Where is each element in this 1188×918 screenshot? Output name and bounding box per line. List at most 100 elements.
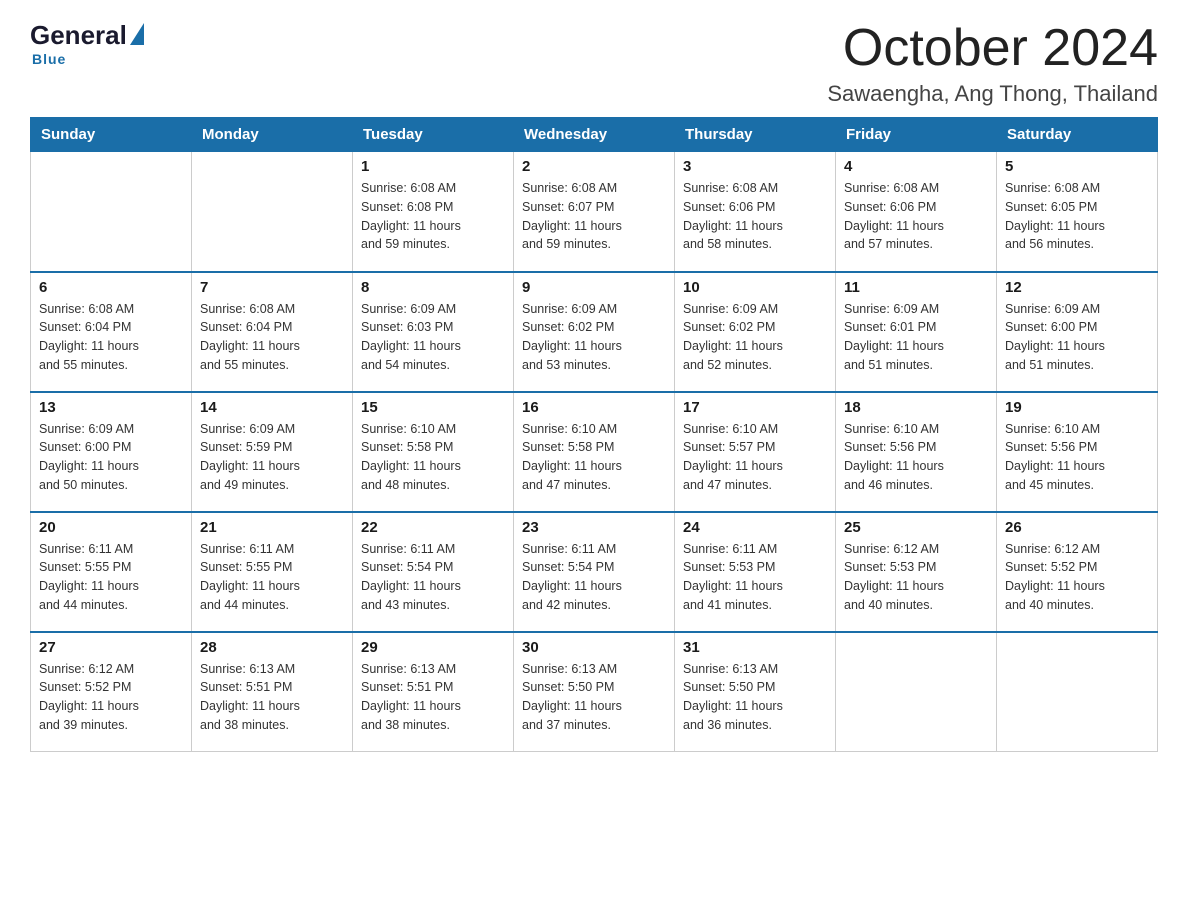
calendar-week-row: 27Sunrise: 6:12 AMSunset: 5:52 PMDayligh… (31, 632, 1158, 752)
day-number: 12 (1005, 279, 1149, 296)
day-info: Sunrise: 6:09 AMSunset: 6:02 PMDaylight:… (522, 300, 666, 375)
table-row: 19 Sunrise: 6:10 AMSunset: 5:56 PMDayligh… (997, 392, 1158, 512)
table-row: 1 Sunrise: 6:08 AMSunset: 6:08 PMDaylight… (353, 152, 514, 272)
table-row: 9 Sunrise: 6:09 AMSunset: 6:02 PMDaylight… (514, 272, 675, 392)
day-info: Sunrise: 6:09 AMSunset: 6:03 PMDaylight:… (361, 300, 505, 375)
table-row: 31Sunrise: 6:13 AMSunset: 5:50 PMDayligh… (675, 632, 836, 752)
table-row: 5 Sunrise: 6:08 AMSunset: 6:05 PMDaylight… (997, 152, 1158, 272)
day-number: 6 (39, 279, 183, 296)
logo-triangle-icon (130, 23, 144, 45)
col-tuesday: Tuesday (353, 118, 514, 152)
table-row (836, 632, 997, 752)
month-title: October 2024 (827, 20, 1158, 77)
day-number: 29 (361, 639, 505, 656)
table-row: 21 Sunrise: 6:11 AMSunset: 5:55 PMDayligh… (192, 512, 353, 632)
table-row: 24 Sunrise: 6:11 AMSunset: 5:53 PMDayligh… (675, 512, 836, 632)
logo-blue-text: Blue (32, 51, 66, 67)
table-row: 17 Sunrise: 6:10 AMSunset: 5:57 PMDayligh… (675, 392, 836, 512)
day-number: 23 (522, 519, 666, 536)
day-number: 1 (361, 158, 505, 175)
col-wednesday: Wednesday (514, 118, 675, 152)
day-number: 19 (1005, 399, 1149, 416)
day-number: 20 (39, 519, 183, 536)
table-row: 13Sunrise: 6:09 AMSunset: 6:00 PMDayligh… (31, 392, 192, 512)
table-row: 14Sunrise: 6:09 AMSunset: 5:59 PMDayligh… (192, 392, 353, 512)
calendar-table: Sunday Monday Tuesday Wednesday Thursday… (30, 117, 1158, 752)
col-monday: Monday (192, 118, 353, 152)
day-number: 3 (683, 158, 827, 175)
day-number: 18 (844, 399, 988, 416)
day-number: 8 (361, 279, 505, 296)
day-number: 16 (522, 399, 666, 416)
table-row: 2 Sunrise: 6:08 AMSunset: 6:07 PMDaylight… (514, 152, 675, 272)
day-info: Sunrise: 6:10 AMSunset: 5:56 PMDaylight:… (844, 420, 988, 495)
day-info: Sunrise: 6:08 AMSunset: 6:06 PMDaylight:… (844, 179, 988, 254)
table-row: 8 Sunrise: 6:09 AMSunset: 6:03 PMDaylight… (353, 272, 514, 392)
col-thursday: Thursday (675, 118, 836, 152)
title-block: October 2024 Sawaengha, Ang Thong, Thail… (827, 20, 1158, 107)
table-row: 23 Sunrise: 6:11 AMSunset: 5:54 PMDayligh… (514, 512, 675, 632)
calendar-week-row: 6 Sunrise: 6:08 AMSunset: 6:04 PMDaylight… (31, 272, 1158, 392)
table-row: 11Sunrise: 6:09 AMSunset: 6:01 PMDayligh… (836, 272, 997, 392)
table-row: 12 Sunrise: 6:09 AMSunset: 6:00 PMDayligh… (997, 272, 1158, 392)
logo: General Blue (30, 20, 144, 67)
table-row: 16 Sunrise: 6:10 AMSunset: 5:58 PMDayligh… (514, 392, 675, 512)
table-row: 26Sunrise: 6:12 AMSunset: 5:52 PMDayligh… (997, 512, 1158, 632)
day-info: Sunrise: 6:13 AMSunset: 5:51 PMDaylight:… (361, 660, 505, 735)
day-number: 24 (683, 519, 827, 536)
day-info: Sunrise: 6:09 AMSunset: 6:00 PMDaylight:… (1005, 300, 1149, 375)
table-row: 30 Sunrise: 6:13 AMSunset: 5:50 PMDayligh… (514, 632, 675, 752)
table-row: 6 Sunrise: 6:08 AMSunset: 6:04 PMDaylight… (31, 272, 192, 392)
day-info: Sunrise: 6:08 AMSunset: 6:04 PMDaylight:… (39, 300, 183, 375)
day-number: 2 (522, 158, 666, 175)
day-info: Sunrise: 6:10 AMSunset: 5:57 PMDaylight:… (683, 420, 827, 495)
day-info: Sunrise: 6:11 AMSunset: 5:54 PMDaylight:… (361, 540, 505, 615)
day-info: Sunrise: 6:09 AMSunset: 6:00 PMDaylight:… (39, 420, 183, 495)
day-number: 25 (844, 519, 988, 536)
day-info: Sunrise: 6:08 AMSunset: 6:06 PMDaylight:… (683, 179, 827, 254)
table-row: 18 Sunrise: 6:10 AMSunset: 5:56 PMDayligh… (836, 392, 997, 512)
col-sunday: Sunday (31, 118, 192, 152)
day-info: Sunrise: 6:11 AMSunset: 5:55 PMDaylight:… (39, 540, 183, 615)
day-info: Sunrise: 6:11 AMSunset: 5:53 PMDaylight:… (683, 540, 827, 615)
table-row (192, 152, 353, 272)
table-row: 28Sunrise: 6:13 AMSunset: 5:51 PMDayligh… (192, 632, 353, 752)
day-number: 11 (844, 279, 988, 296)
day-number: 27 (39, 639, 183, 656)
table-row: 20 Sunrise: 6:11 AMSunset: 5:55 PMDayligh… (31, 512, 192, 632)
day-info: Sunrise: 6:11 AMSunset: 5:55 PMDaylight:… (200, 540, 344, 615)
calendar-week-row: 20 Sunrise: 6:11 AMSunset: 5:55 PMDayligh… (31, 512, 1158, 632)
day-info: Sunrise: 6:13 AMSunset: 5:51 PMDaylight:… (200, 660, 344, 735)
day-info: Sunrise: 6:10 AMSunset: 5:58 PMDaylight:… (522, 420, 666, 495)
table-row: 25Sunrise: 6:12 AMSunset: 5:53 PMDayligh… (836, 512, 997, 632)
page-header: General Blue October 2024 Sawaengha, Ang… (30, 20, 1158, 107)
day-number: 4 (844, 158, 988, 175)
day-number: 9 (522, 279, 666, 296)
day-number: 30 (522, 639, 666, 656)
day-info: Sunrise: 6:13 AMSunset: 5:50 PMDaylight:… (522, 660, 666, 735)
day-info: Sunrise: 6:11 AMSunset: 5:54 PMDaylight:… (522, 540, 666, 615)
table-row: 4 Sunrise: 6:08 AMSunset: 6:06 PMDaylight… (836, 152, 997, 272)
table-row: 15Sunrise: 6:10 AMSunset: 5:58 PMDayligh… (353, 392, 514, 512)
day-number: 26 (1005, 519, 1149, 536)
table-row: 29 Sunrise: 6:13 AMSunset: 5:51 PMDayligh… (353, 632, 514, 752)
col-saturday: Saturday (997, 118, 1158, 152)
day-info: Sunrise: 6:09 AMSunset: 5:59 PMDaylight:… (200, 420, 344, 495)
location-title: Sawaengha, Ang Thong, Thailand (827, 81, 1158, 107)
table-row: 7 Sunrise: 6:08 AMSunset: 6:04 PMDaylight… (192, 272, 353, 392)
day-info: Sunrise: 6:10 AMSunset: 5:58 PMDaylight:… (361, 420, 505, 495)
logo-general-text: General (30, 20, 127, 51)
day-number: 5 (1005, 158, 1149, 175)
day-info: Sunrise: 6:10 AMSunset: 5:56 PMDaylight:… (1005, 420, 1149, 495)
day-info: Sunrise: 6:08 AMSunset: 6:05 PMDaylight:… (1005, 179, 1149, 254)
day-number: 7 (200, 279, 344, 296)
day-info: Sunrise: 6:08 AMSunset: 6:07 PMDaylight:… (522, 179, 666, 254)
day-info: Sunrise: 6:08 AMSunset: 6:08 PMDaylight:… (361, 179, 505, 254)
calendar-week-row: 1 Sunrise: 6:08 AMSunset: 6:08 PMDaylight… (31, 152, 1158, 272)
table-row (31, 152, 192, 272)
day-number: 17 (683, 399, 827, 416)
table-row: 10Sunrise: 6:09 AMSunset: 6:02 PMDayligh… (675, 272, 836, 392)
day-info: Sunrise: 6:09 AMSunset: 6:02 PMDaylight:… (683, 300, 827, 375)
day-info: Sunrise: 6:08 AMSunset: 6:04 PMDaylight:… (200, 300, 344, 375)
day-number: 21 (200, 519, 344, 536)
